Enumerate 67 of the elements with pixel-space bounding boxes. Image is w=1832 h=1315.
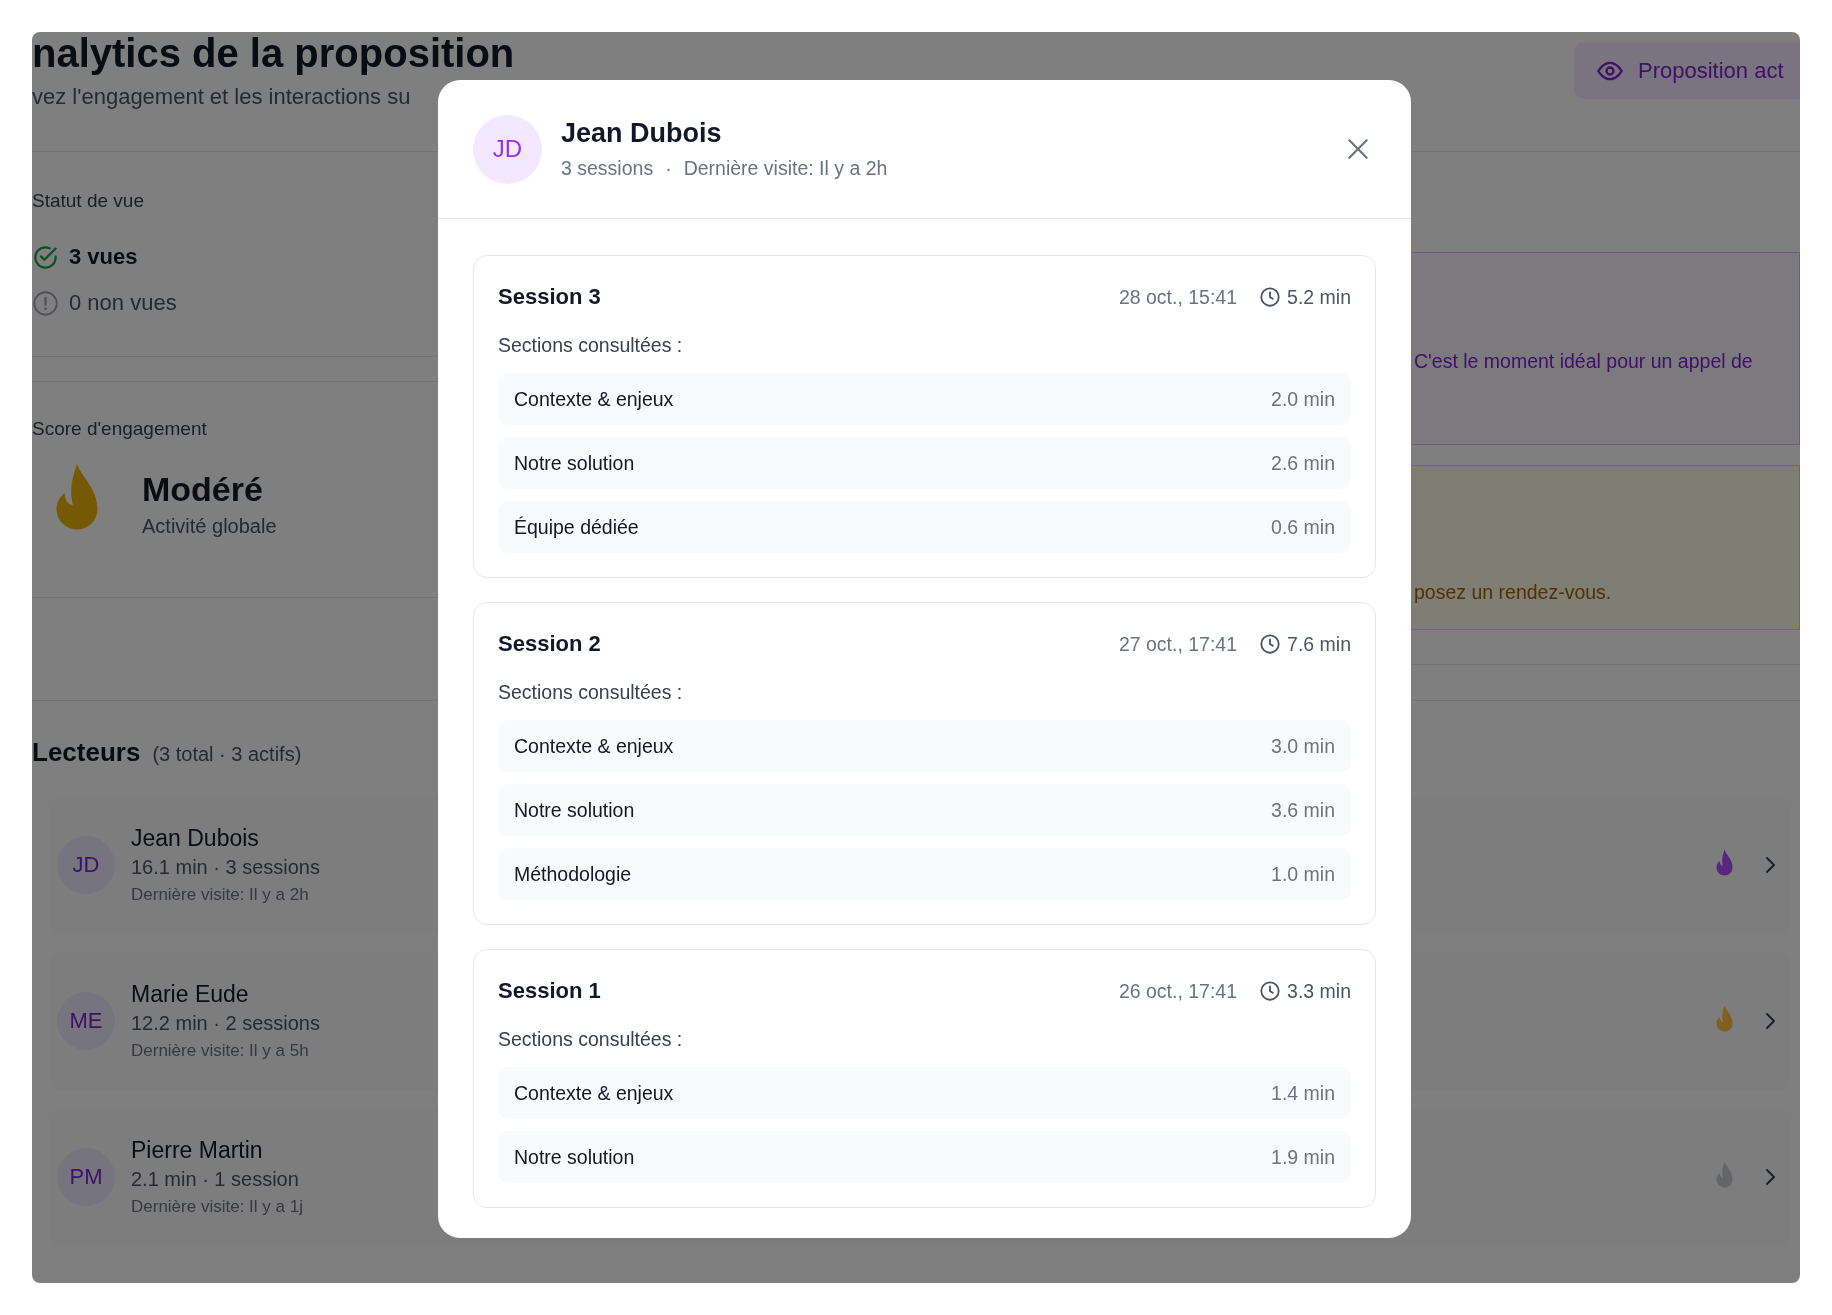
section-name: Méthodologie [514,862,632,886]
session-date: 27 oct., 17:41 [1118,632,1238,656]
section-name: Notre solution [514,1145,635,1169]
section-name: Notre solution [514,798,635,822]
reader-name: Pierre Martin [131,1137,263,1164]
session-duration: 5.2 min [1287,285,1351,309]
close-button[interactable] [1345,136,1371,162]
section-time: 1.9 min [1271,1145,1335,1169]
section-name: Contexte & enjeux [514,387,674,411]
section-name: Équipe dédiée [514,515,639,539]
session-title: Session 3 [498,284,602,310]
clock-icon [1259,980,1282,1002]
reader-last-visit: Dernière visite: Il y a 5h [131,1041,309,1061]
avatar: JD [57,836,115,894]
reader-name: Jean Dubois [131,825,259,852]
reader-stats: 16.1 min · 3 sessions [131,856,320,879]
chevron-right-icon[interactable] [1764,855,1776,875]
reader-name: Marie Eude [131,981,249,1008]
avatar: PM [57,1148,115,1206]
check-circle-icon [32,243,59,271]
section-time: 0.6 min [1271,515,1335,539]
engagement-caption: Activité globale [142,515,277,538]
avatar: JD [473,114,542,184]
session-duration: 7.6 min [1287,632,1351,656]
reader-last-visit: Dernière visite: Il y a 2h [131,885,309,905]
view-count: 3 vues [69,244,138,270]
alert-text: C'est le moment idéal pour un appel de [1414,350,1753,373]
section-label: Score d'engagement [32,418,208,440]
sections-label: Sections consultées : [498,334,684,357]
readers-summary: (3 total · 3 actifs) [152,743,302,766]
session-title: Session 1 [498,978,602,1004]
section-name: Notre solution [514,451,635,475]
chevron-right-icon[interactable] [1764,1011,1776,1031]
reader-stats: 2.1 min · 1 session [131,1168,299,1191]
reader-last-visit: Dernière visite: Il y a 1j [131,1197,303,1217]
session-date: 28 oct., 15:41 [1118,285,1238,309]
sections-label: Sections consultées : [498,1028,684,1051]
section-time: 3.6 min [1271,798,1335,822]
session-title: Session 2 [498,631,602,657]
section-time: 1.0 min [1271,862,1335,886]
readers-heading: Lecteurs [32,737,141,768]
session-date: 26 oct., 17:41 [1118,979,1238,1003]
dialog-title: Jean Dubois [561,118,723,149]
status-button[interactable]: Proposition act [1574,42,1800,99]
unviewed-count: 0 non vues [69,290,177,316]
section-time: 1.4 min [1271,1081,1335,1105]
alert-circle-icon [32,289,59,317]
separator: · [665,157,672,180]
alert-text: posez un rendez-vous. [1414,581,1612,604]
reader-stats: 12.2 min · 2 sessions [131,1012,320,1035]
session-count: 3 sessions [561,157,654,180]
clock-icon [1259,286,1282,308]
last-visit: Dernière visite: Il y a 2h [683,157,888,180]
section-label: Statut de vue [32,190,145,212]
page-subtitle: vez l'engagement et les interactions su [32,84,412,110]
engagement-level: Modéré [142,470,264,509]
section-name: Contexte & enjeux [514,1081,674,1105]
section-time: 2.0 min [1271,387,1335,411]
chevron-right-icon[interactable] [1764,1167,1776,1187]
avatar: ME [57,992,115,1050]
section-time: 2.6 min [1271,451,1335,475]
section-name: Contexte & enjeux [514,734,674,758]
session-duration: 3.3 min [1287,979,1351,1003]
page-title: nalytics de la proposition [32,32,515,74]
clock-icon [1259,633,1282,655]
sections-label: Sections consultées : [498,681,684,704]
section-time: 3.0 min [1271,734,1335,758]
